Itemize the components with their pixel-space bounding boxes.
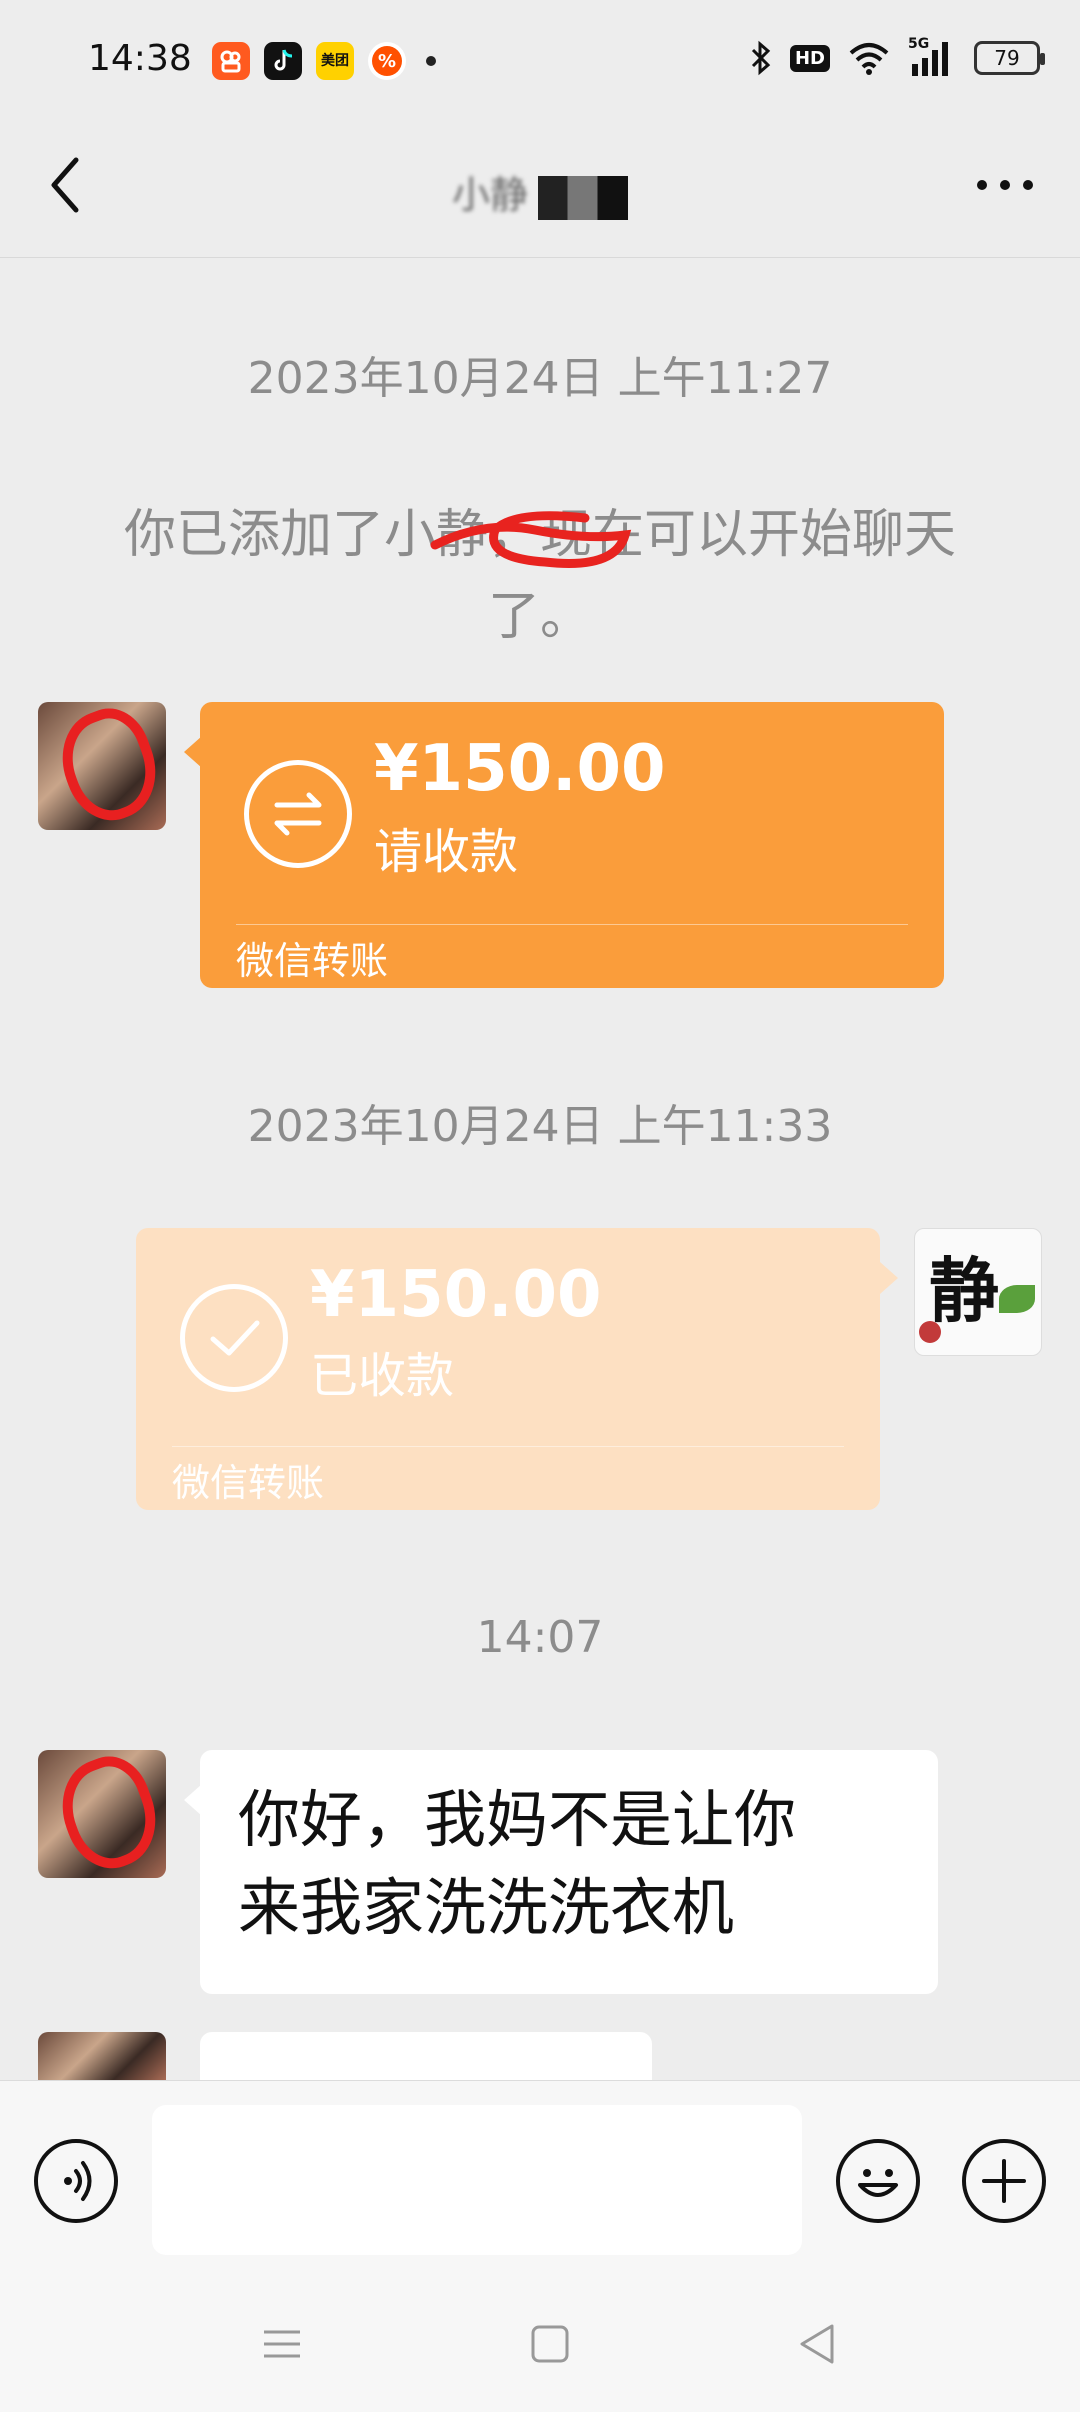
kuaishou-app-icon — [212, 42, 250, 80]
wifi-icon — [849, 43, 889, 75]
avatar-flower — [919, 1321, 941, 1343]
transfer-exchange-icon — [244, 760, 352, 868]
avatar-leaf — [999, 1285, 1035, 1313]
status-bar: 14:38 美团 % HD 5G 79 — [0, 0, 1080, 120]
hd-badge: HD — [789, 44, 830, 72]
status-indicators: HD 5G 79 — [750, 36, 1045, 76]
recent-apps-button[interactable] — [252, 2314, 312, 2374]
triangle-back-icon — [800, 2324, 834, 2364]
cellular-signal-icon: 5G — [908, 36, 956, 76]
battery-icon: 79 — [974, 41, 1045, 75]
text-message-bubble-partial[interactable] — [200, 2032, 652, 2080]
transfer-card-received[interactable]: ¥150.00 已收款 微信转账 — [136, 1228, 880, 1510]
message-timestamp: 2023年10月24日 上午11:33 — [247, 1101, 833, 1152]
bubble-tail — [880, 1262, 898, 1294]
friend-avatar[interactable] — [38, 702, 166, 830]
avatar-scribble-redaction — [47, 702, 166, 830]
message-text-line: 来我家洗洗洗衣机 — [238, 1871, 735, 1944]
chat-input-bar — [0, 2080, 1080, 2280]
more-features-button[interactable] — [962, 2139, 1046, 2223]
notification-app-icons: 美团 % — [212, 42, 436, 80]
voice-icon — [64, 2161, 92, 2201]
transfer-divider — [236, 924, 908, 925]
douyin-app-icon — [264, 42, 302, 80]
text-message-bubble[interactable]: 你好，我妈不是让你 来我家洗洗洗衣机 — [200, 1750, 938, 1994]
name-mosaic-redaction — [538, 175, 628, 220]
system-navigation-bar — [0, 2280, 1080, 2412]
transfer-check-icon — [180, 1284, 288, 1392]
message-timestamp: 2023年10月24日 上午11:27 — [247, 353, 833, 404]
message-text-line: 你好，我妈不是让你 — [238, 1783, 797, 1856]
nav-back-button[interactable] — [788, 2314, 848, 2374]
transfer-amount: ¥150.00 — [374, 732, 666, 806]
home-button[interactable] — [520, 2314, 580, 2374]
meituan-app-icon: 美团 — [316, 42, 354, 80]
transfer-status: 已收款 — [310, 1348, 455, 1404]
message-input[interactable] — [152, 2105, 802, 2255]
emoji-button[interactable] — [836, 2139, 920, 2223]
menu-lines-icon — [264, 2330, 300, 2358]
transfer-divider — [172, 1446, 844, 1447]
transfer-status: 请收款 — [374, 824, 519, 880]
square-icon — [531, 2325, 569, 2363]
avatar-calligraphy: 静 — [929, 1249, 999, 1332]
contact-name: 小静 — [451, 173, 528, 217]
battery-level: 79 — [994, 46, 1020, 70]
ellipsis-icon — [977, 180, 1033, 190]
transfer-card-pending[interactable]: ¥150.00 请收款 微信转账 — [200, 702, 944, 988]
network-type: 5G — [908, 36, 930, 52]
more-options-button[interactable] — [970, 160, 1040, 210]
chat-header: 小静 — [0, 120, 1080, 258]
voice-input-button[interactable] — [34, 2139, 118, 2223]
avatar-scribble-redaction — [47, 1750, 166, 1878]
transfer-amount: ¥150.00 — [310, 1258, 602, 1332]
red-scribble-redaction — [430, 511, 632, 568]
bluetooth-icon — [751, 40, 771, 76]
plus-icon — [982, 2159, 1026, 2203]
taobao-app-icon: % — [368, 42, 406, 80]
my-avatar[interactable]: 静 — [914, 1228, 1042, 1356]
friend-avatar[interactable] — [38, 1750, 166, 1878]
transfer-label: 微信转账 — [236, 939, 389, 983]
more-notifications-dot — [426, 56, 436, 66]
status-time: 14:38 — [88, 38, 192, 79]
smiley-icon — [858, 2169, 898, 2197]
chat-title: 小静 — [0, 164, 1080, 220]
transfer-label: 微信转账 — [172, 1461, 325, 1505]
friend-avatar[interactable] — [38, 2032, 166, 2080]
message-timestamp: 14:07 — [476, 1612, 604, 1663]
